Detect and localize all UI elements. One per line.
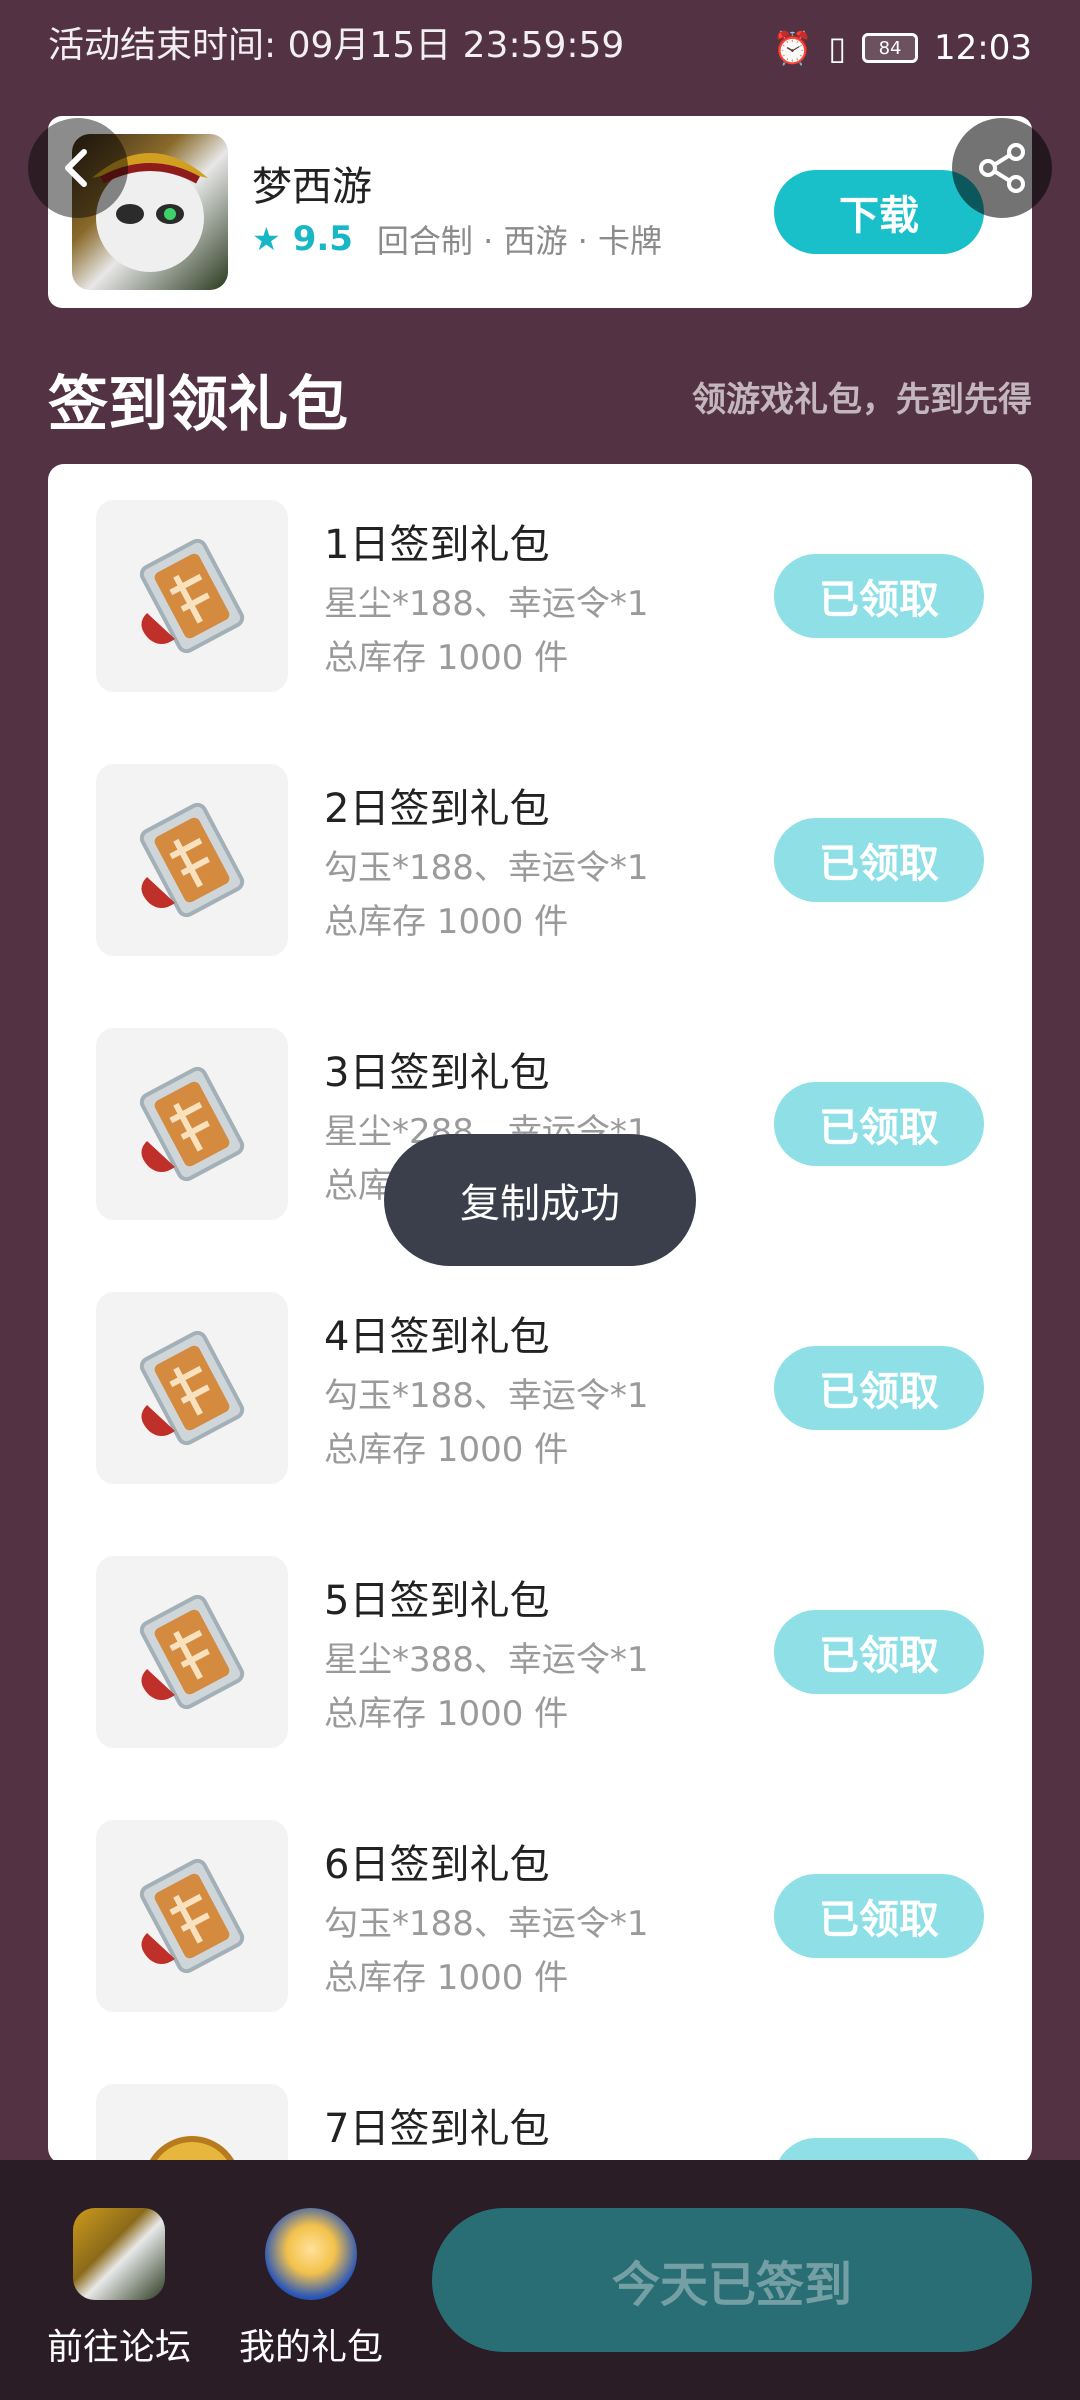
share-icon bbox=[979, 143, 1025, 193]
gift-name: 2日签到礼包 bbox=[324, 786, 550, 832]
gift-name: 6日签到礼包 bbox=[324, 1842, 550, 1888]
gift-item: 4日签到礼包 勾玉*188、幸运令*1 总库存 1000 件 已领取 bbox=[48, 1256, 1032, 1520]
section-title: 签到领礼包 bbox=[48, 370, 348, 440]
gift-name: 4日签到礼包 bbox=[324, 1314, 550, 1360]
claimed-button[interactable]: 已领取 bbox=[774, 1610, 984, 1694]
claimed-button[interactable]: 已领取 bbox=[774, 1082, 984, 1166]
battery-level: 84 bbox=[878, 37, 902, 59]
gift-name: 3日签到礼包 bbox=[324, 1050, 550, 1096]
token-icon bbox=[139, 538, 245, 654]
gift-item: 7日签到礼包 领取 bbox=[48, 2048, 1032, 2164]
star-icon: ★ bbox=[252, 220, 281, 258]
my-gifts-icon bbox=[265, 2208, 357, 2300]
forum-icon bbox=[73, 2208, 165, 2300]
game-name: 梦西游 bbox=[252, 164, 372, 210]
my-gifts-tab[interactable]: 我的礼包 bbox=[216, 2208, 406, 2378]
gift-name: 7日签到礼包 bbox=[324, 2106, 550, 2152]
gift-thumbnail bbox=[96, 1556, 288, 1748]
status-right: ⏰ ▯ 84 12:03 bbox=[773, 28, 1032, 68]
gift-item: 2日签到礼包 勾玉*188、幸运令*1 总库存 1000 件 已领取 bbox=[48, 728, 1032, 992]
alarm-icon: ⏰ bbox=[772, 29, 813, 67]
gift-thumbnail bbox=[96, 764, 288, 956]
gift-content: 星尘*388、幸运令*1 bbox=[324, 1640, 649, 1680]
gift-stock: 总库存 1000 件 bbox=[324, 638, 569, 678]
gift-stock: 总库存 1000 件 bbox=[324, 1430, 569, 1470]
battery-icon: 84 bbox=[862, 33, 919, 63]
game-card[interactable]: 梦西游 ★ 9.5 回合制 · 西游 · 卡牌 下载 bbox=[48, 116, 1032, 308]
gift-item: 6日签到礼包 勾玉*188、幸运令*1 总库存 1000 件 已领取 bbox=[48, 1784, 1032, 2048]
game-rating: 9.5 bbox=[292, 219, 353, 259]
gift-item: 1日签到礼包 星尘*188、幸运令*1 总库存 1000 件 已领取 bbox=[48, 464, 1032, 728]
gift-content: 勾玉*188、幸运令*1 bbox=[324, 1904, 649, 1944]
gift-thumbnail bbox=[96, 1820, 288, 2012]
forum-tab[interactable]: 前往论坛 bbox=[24, 2208, 214, 2378]
gift-stock: 总库存 1000 件 bbox=[324, 1958, 569, 1998]
gift-stock: 总库存 1000 件 bbox=[324, 1694, 569, 1734]
gift-item: 5日签到礼包 星尘*388、幸运令*1 总库存 1000 件 已领取 bbox=[48, 1520, 1032, 1784]
status-bar: 活动结束时间: 09月15日 23:59:59 ⏰ ▯ 84 12:03 bbox=[0, 0, 1080, 90]
back-button[interactable] bbox=[28, 118, 128, 218]
medal-icon bbox=[147, 2136, 237, 2164]
my-gifts-label: 我的礼包 bbox=[238, 2327, 383, 2368]
token-icon bbox=[139, 1594, 245, 1710]
gift-thumbnail bbox=[96, 1292, 288, 1484]
game-meta: ★ 9.5 回合制 · 西游 · 卡牌 bbox=[252, 216, 662, 262]
claimed-button[interactable]: 已领取 bbox=[774, 1346, 984, 1430]
share-button[interactable] bbox=[952, 118, 1052, 218]
vibrate-icon: ▯ bbox=[828, 29, 847, 67]
gift-name: 5日签到礼包 bbox=[324, 1578, 550, 1624]
gift-thumbnail bbox=[96, 1028, 288, 1220]
claimed-button[interactable]: 已领取 bbox=[774, 1874, 984, 1958]
checkin-button[interactable]: 今天已签到 bbox=[432, 2208, 1032, 2352]
activity-end-time: 活动结束时间: 09月15日 23:59:59 bbox=[48, 25, 625, 66]
token-icon bbox=[139, 1330, 245, 1446]
bottom-bar: 前往论坛 我的礼包 今天已签到 bbox=[0, 2160, 1080, 2400]
token-icon bbox=[139, 1066, 245, 1182]
copy-success-toast: 复制成功 bbox=[384, 1134, 696, 1266]
clock: 12:03 bbox=[934, 28, 1032, 68]
gift-content: 勾玉*188、幸运令*1 bbox=[324, 1376, 649, 1416]
download-button[interactable]: 下载 bbox=[774, 170, 984, 254]
game-tags: 回合制 · 西游 · 卡牌 bbox=[376, 222, 662, 260]
gift-thumbnail bbox=[96, 500, 288, 692]
claimed-button[interactable]: 已领取 bbox=[774, 818, 984, 902]
claimed-button[interactable]: 已领取 bbox=[774, 554, 984, 638]
forum-label: 前往论坛 bbox=[46, 2327, 191, 2368]
gift-stock: 总库存 1000 件 bbox=[324, 902, 569, 942]
section-subtitle: 领游戏礼包，先到先得 bbox=[692, 380, 1032, 420]
gift-thumbnail bbox=[96, 2084, 288, 2164]
gift-list: 1日签到礼包 星尘*188、幸运令*1 总库存 1000 件 已领取 2日签到礼… bbox=[48, 464, 1032, 2164]
gift-content: 星尘*188、幸运令*1 bbox=[324, 584, 649, 624]
chevron-left-icon bbox=[65, 149, 87, 187]
token-icon bbox=[139, 1858, 245, 1974]
gift-name: 1日签到礼包 bbox=[324, 522, 550, 568]
token-icon bbox=[139, 802, 245, 918]
gift-content: 勾玉*188、幸运令*1 bbox=[324, 848, 649, 888]
